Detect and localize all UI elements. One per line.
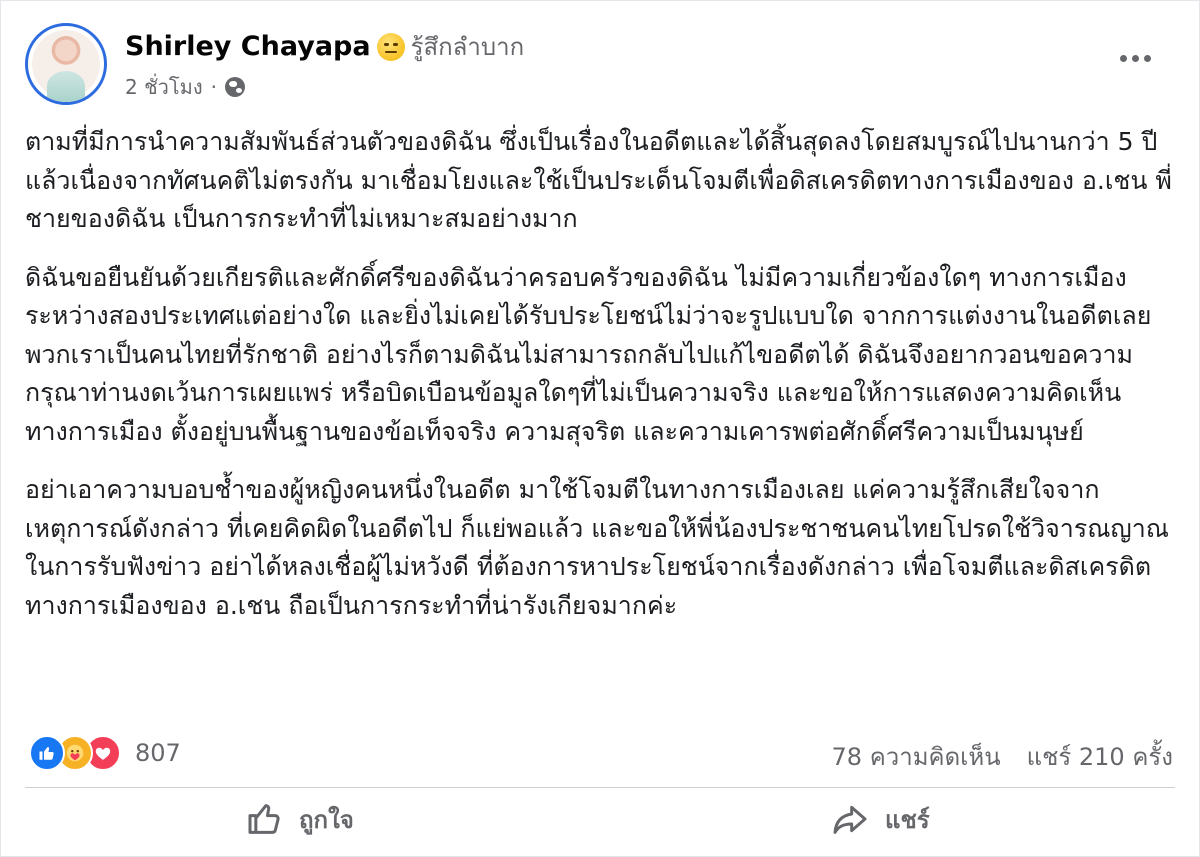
avatar[interactable] bbox=[25, 23, 107, 105]
like-reaction-icon bbox=[29, 735, 65, 771]
share-count[interactable]: แชร์ 210 ครั้ง bbox=[1027, 737, 1173, 776]
post-paragraph: ดิฉันขอยืนยันด้วยเกียรติและศักดิ์ศรีของด… bbox=[25, 262, 1152, 446]
share-button-label: แชร์ bbox=[885, 805, 930, 834]
action-divider bbox=[25, 787, 1175, 788]
post-meta: 2 ชั่วโมง · bbox=[125, 71, 245, 103]
facebook-post: Shirley Chayapa รู้สึกลำบาก 2 ชั่วโมง · … bbox=[0, 0, 1200, 857]
post-header: Shirley Chayapa รู้สึกลำบาก bbox=[125, 27, 524, 66]
avatar-photo bbox=[32, 30, 100, 102]
neutral-face-emoji-icon bbox=[376, 32, 405, 61]
more-options-icon[interactable] bbox=[1120, 55, 1151, 62]
like-button[interactable]: ถูกใจ bbox=[245, 797, 354, 841]
reaction-count[interactable]: 807 bbox=[135, 739, 181, 767]
globe-icon[interactable] bbox=[224, 77, 245, 97]
like-button-label: ถูกใจ bbox=[299, 805, 354, 834]
engagement-stats: 78 ความคิดเห็น แชร์ 210 ครั้ง bbox=[832, 737, 1173, 776]
share-arrow-icon bbox=[833, 805, 867, 834]
thumbs-up-icon bbox=[248, 804, 280, 834]
reaction-summary[interactable]: 807 bbox=[29, 735, 181, 771]
comment-count[interactable]: 78 ความคิดเห็น bbox=[832, 737, 1001, 776]
author-name[interactable]: Shirley Chayapa bbox=[125, 31, 371, 62]
post-timestamp[interactable]: 2 ชั่วโมง bbox=[125, 71, 203, 103]
meta-separator: · bbox=[210, 75, 217, 99]
post-paragraph: อย่าเอาความบอบช้ำของผู้หญิงคนหนึ่งในอดีต… bbox=[25, 475, 1169, 620]
share-button[interactable]: แชร์ bbox=[829, 797, 930, 841]
feeling-text: รู้สึกลำบาก bbox=[410, 33, 525, 61]
post-paragraph: ตามที่มีการนำความสัมพันธ์ส่วนตัวของดิฉัน… bbox=[25, 127, 1172, 233]
post-body: ตามที่มีการนำความสัมพันธ์ส่วนตัวของดิฉัน… bbox=[25, 123, 1185, 645]
